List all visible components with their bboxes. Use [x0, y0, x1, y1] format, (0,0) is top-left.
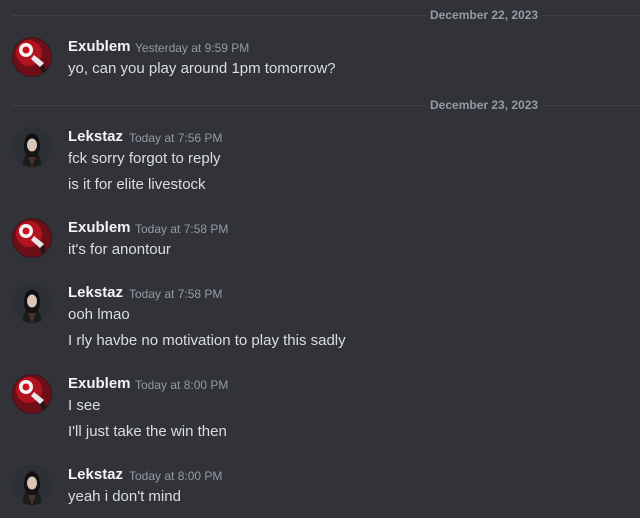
- message-author[interactable]: Exublem: [68, 219, 131, 237]
- dark-haired-character-avatar-icon[interactable]: [12, 127, 52, 167]
- dark-haired-character-avatar-icon[interactable]: [12, 283, 52, 323]
- message-text: yo, can you play around 1pm tomorrow?: [68, 60, 336, 77]
- red-lamp-avatar-icon[interactable]: [12, 37, 52, 77]
- date-divider: [12, 15, 640, 16]
- message-text: fck sorry forgot to reply: [68, 150, 221, 167]
- message-text: ooh lmao: [68, 306, 130, 323]
- message-text: I rly havbe no motivation to play this s…: [68, 332, 346, 349]
- date-divider: [12, 105, 640, 106]
- message-text: I'll just take the win then: [68, 423, 227, 440]
- message-author[interactable]: Lekstaz: [68, 466, 123, 484]
- red-lamp-avatar-icon[interactable]: [12, 218, 52, 258]
- red-lamp-avatar-icon[interactable]: [12, 374, 52, 414]
- message-timestamp[interactable]: Today at 8:00 PM: [129, 469, 222, 483]
- message-text: I see: [68, 397, 101, 414]
- message-text: yeah i don't mind: [68, 488, 181, 505]
- message-timestamp[interactable]: Today at 7:56 PM: [129, 131, 222, 145]
- message-author[interactable]: Lekstaz: [68, 284, 123, 302]
- message-text: is it for elite livestock: [68, 176, 206, 193]
- message-author[interactable]: Exublem: [68, 38, 131, 56]
- message-timestamp[interactable]: Today at 7:58 PM: [135, 222, 228, 236]
- chat-message-list[interactable]: December 22, 2023 Exublem Yesterday at 9…: [0, 0, 640, 518]
- message-author[interactable]: Exublem: [68, 375, 131, 393]
- message-timestamp[interactable]: Today at 7:58 PM: [129, 287, 222, 301]
- dark-haired-character-avatar-icon[interactable]: [12, 465, 52, 505]
- date-divider-label: December 22, 2023: [426, 8, 543, 22]
- message-text: it's for anontour: [68, 241, 171, 258]
- message-author[interactable]: Lekstaz: [68, 128, 123, 146]
- message-timestamp[interactable]: Yesterday at 9:59 PM: [135, 41, 249, 55]
- message-timestamp[interactable]: Today at 8:00 PM: [135, 378, 228, 392]
- date-divider-label: December 23, 2023: [426, 98, 543, 112]
